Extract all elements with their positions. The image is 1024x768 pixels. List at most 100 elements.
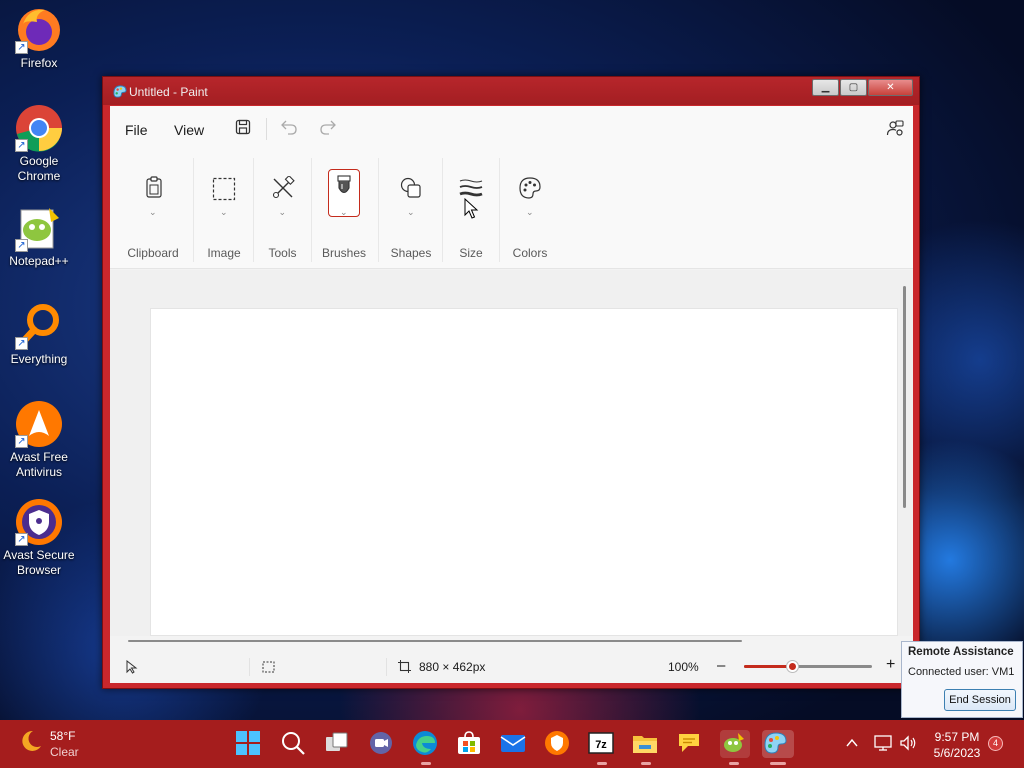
status-bar: 880 × 462px 100% – + — [110, 650, 913, 683]
zoom-slider[interactable] — [744, 661, 872, 672]
taskbar-chat[interactable] — [676, 730, 704, 758]
clipboard-icon — [146, 176, 162, 198]
task-view-button[interactable] — [324, 730, 352, 758]
pointer-position-icon — [126, 660, 138, 674]
save-icon[interactable] — [235, 119, 251, 135]
maximize-button[interactable]: ▢ — [840, 79, 867, 96]
ribbon-group-tools[interactable]: ⌄ Tools — [257, 150, 308, 269]
ribbon-label-clipboard: Clipboard — [127, 246, 179, 260]
chevron-down-icon: ⌄ — [407, 207, 415, 217]
chevron-up-icon[interactable] — [845, 737, 859, 749]
avast-icon: ↗ — [15, 400, 63, 448]
edge-icon — [413, 731, 437, 755]
taskbar-edge[interactable] — [412, 730, 440, 765]
start-button[interactable] — [235, 730, 263, 758]
weather-widget[interactable]: 58°F Clear — [18, 728, 79, 759]
end-session-button[interactable]: End Session — [944, 689, 1016, 711]
close-button[interactable]: ✕ — [868, 79, 913, 96]
taskbar-store[interactable] — [456, 730, 484, 758]
ribbon-group-clipboard[interactable]: ⌄ Clipboard — [120, 150, 186, 269]
running-indicator — [729, 762, 739, 765]
ribbon-group-image[interactable]: ⌄ Image — [199, 150, 249, 269]
zoom-slider-fill — [744, 665, 793, 668]
running-indicator — [641, 762, 651, 765]
desktop-icon-label: Notepad++ — [9, 254, 69, 268]
clock-time: 9:57 PM — [934, 730, 980, 744]
chat-icon — [679, 734, 699, 752]
undo-icon[interactable] — [280, 118, 298, 136]
horizontal-scrollbar[interactable] — [128, 640, 742, 642]
ribbon-group-shapes[interactable]: ⌄ Shapes — [382, 150, 440, 269]
desktop-icon-avast[interactable]: ↗ Avast Free Antivirus — [2, 400, 76, 480]
network-icon[interactable] — [874, 735, 892, 751]
running-indicator — [421, 762, 431, 765]
notepadpp-icon — [724, 733, 744, 752]
zoom-percent[interactable]: 100% — [668, 660, 699, 674]
status-separator — [249, 658, 250, 676]
store-icon — [458, 731, 480, 754]
task-view-icon — [326, 732, 348, 751]
ribbon-label-tools: Tools — [268, 246, 297, 260]
avast-browser-icon: ↗ — [15, 498, 63, 546]
menu-view[interactable]: View — [174, 122, 204, 138]
paint-client-area: File View ⌄ Clipboard ⌄ Image ⌄ Tools ⌄ … — [110, 106, 913, 683]
taskbar-file-explorer[interactable] — [632, 730, 660, 765]
weather-condition: Clear — [50, 745, 79, 759]
zoom-out-button[interactable]: – — [717, 657, 725, 674]
taskbar-paint[interactable] — [762, 730, 794, 765]
zoom-in-button[interactable]: + — [886, 656, 895, 674]
ribbon-label-colors: Colors — [512, 246, 548, 260]
file-explorer-icon — [633, 736, 657, 753]
clock-date: 5/6/2023 — [933, 746, 981, 760]
palette-icon — [519, 177, 541, 199]
window-title: Untitled - Paint — [129, 85, 208, 99]
desktop-icon-notepadpp[interactable]: ↗ Notepad++ — [2, 204, 76, 269]
chevron-down-icon: ⌄ — [149, 207, 157, 217]
title-bar[interactable]: Untitled - Paint ▁ ▢ ✕ — [103, 77, 919, 105]
redo-icon[interactable] — [319, 118, 337, 136]
taskbar-clock[interactable]: 9:57 PM 5/6/2023 — [930, 729, 984, 761]
zoom-slider-thumb[interactable] — [786, 661, 798, 672]
taskbar: 58°F Clear 7z 9:57 PM 5/6/2023 4 — [0, 720, 1024, 768]
minimize-button[interactable]: ▁ — [812, 79, 839, 96]
volume-icon[interactable] — [899, 735, 917, 751]
desktop-icon-firefox[interactable]: ↗ Firefox — [2, 6, 76, 71]
notification-badge[interactable]: 4 — [988, 736, 1003, 751]
status-separator — [386, 658, 387, 676]
ribbon-label-size: Size — [459, 246, 483, 260]
settings-account-icon[interactable] — [886, 119, 904, 137]
vertical-scrollbar[interactable] — [903, 286, 906, 508]
ribbon-separator — [193, 158, 194, 262]
menu-bar: File View — [110, 106, 913, 150]
taskbar-teams[interactable] — [368, 730, 396, 758]
close-icon: ✕ — [886, 82, 895, 93]
taskbar-search-button[interactable] — [280, 730, 308, 758]
desktop-icon-chrome[interactable]: ↗ Google Chrome — [2, 104, 76, 184]
notepadpp-icon: ↗ — [15, 204, 63, 252]
paint-app-icon — [113, 85, 127, 98]
remote-assistance-title: Remote Assistance — [908, 646, 1014, 658]
canvas-size-text: 880 × 462px — [419, 660, 486, 674]
ribbon-group-colors[interactable]: ⌄ Colors — [503, 150, 557, 269]
menu-file[interactable]: File — [125, 122, 148, 138]
desktop-icon-label: Avast Secure Browser — [3, 548, 75, 577]
taskbar-notepadpp[interactable] — [720, 730, 750, 765]
ribbon-group-brushes[interactable]: ⌄ Brushes — [315, 150, 373, 269]
remote-assistance-user: Connected user: VM1 — [908, 666, 1015, 678]
desktop-icon-avast-browser[interactable]: ↗ Avast Secure Browser — [2, 498, 76, 578]
ribbon-label-brushes: Brushes — [321, 246, 367, 260]
shapes-icon — [400, 177, 421, 198]
weather-temp: 58°F — [50, 729, 76, 743]
taskbar-avast-browser[interactable] — [544, 730, 572, 758]
canvas-size-icon — [398, 660, 411, 673]
desktop-icon-label: Avast Free Antivirus — [10, 450, 68, 479]
minimize-icon: ▁ — [821, 82, 830, 93]
search-icon — [282, 732, 305, 755]
desktop-icon-label: Firefox — [20, 56, 58, 70]
taskbar-mail[interactable] — [500, 730, 528, 758]
running-indicator — [770, 762, 786, 765]
drawing-canvas[interactable] — [150, 308, 898, 636]
running-indicator — [597, 762, 607, 765]
desktop-icon-everything[interactable]: ↗ Everything — [2, 302, 76, 367]
taskbar-7zip[interactable]: 7z — [588, 730, 616, 765]
